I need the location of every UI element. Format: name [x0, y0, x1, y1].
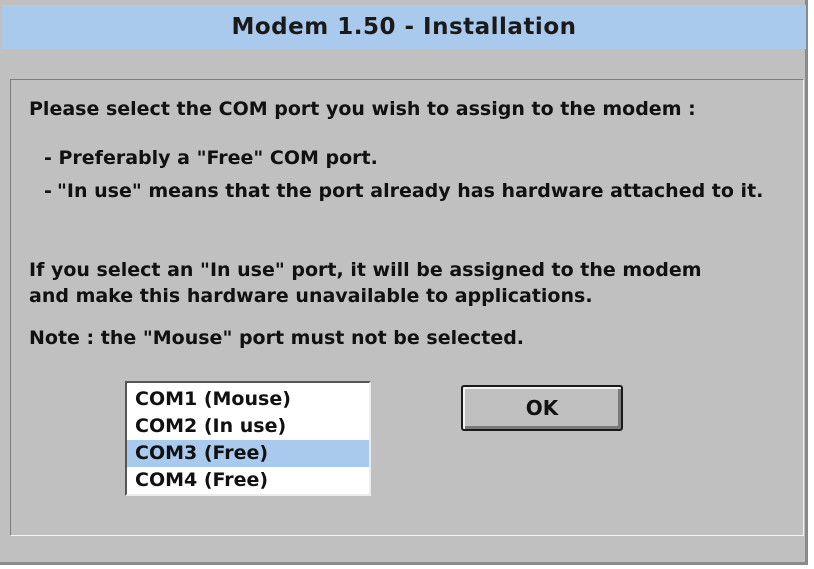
window-title-bar[interactable]: Modem 1.50 - Installation [2, 5, 806, 49]
ok-button[interactable]: OK [461, 385, 623, 431]
bullet-in-use-dash: - [44, 180, 52, 202]
com-port-item-com2[interactable]: COM2 (In use) [127, 413, 369, 440]
com-port-item-com1[interactable]: COM1 (Mouse) [127, 386, 369, 413]
bullet-in-use-text: "In use" means that the port already has… [57, 180, 764, 202]
window-title: Modem 1.50 - Installation [231, 14, 577, 40]
com-port-listbox[interactable]: COM1 (Mouse) COM2 (In use) COM3 (Free) C… [125, 381, 371, 496]
installation-dialog: Modem 1.50 - Installation Please select … [0, 0, 808, 565]
com-port-item-com4[interactable]: COM4 (Free) [127, 467, 369, 494]
mouse-port-note: Note : the "Mouse" port must not be sele… [29, 327, 525, 349]
ok-button-label: OK [525, 396, 559, 420]
bullet-free-port: - Preferably a "Free" COM port. [44, 147, 378, 169]
intro-text: Please select the COM port you wish to a… [29, 98, 696, 120]
com-port-item-com3[interactable]: COM3 (Free) [127, 440, 369, 467]
warning-line-1: If you select an "In use" port, it will … [29, 259, 702, 281]
warning-line-2: and make this hardware unavailable to ap… [29, 285, 593, 307]
